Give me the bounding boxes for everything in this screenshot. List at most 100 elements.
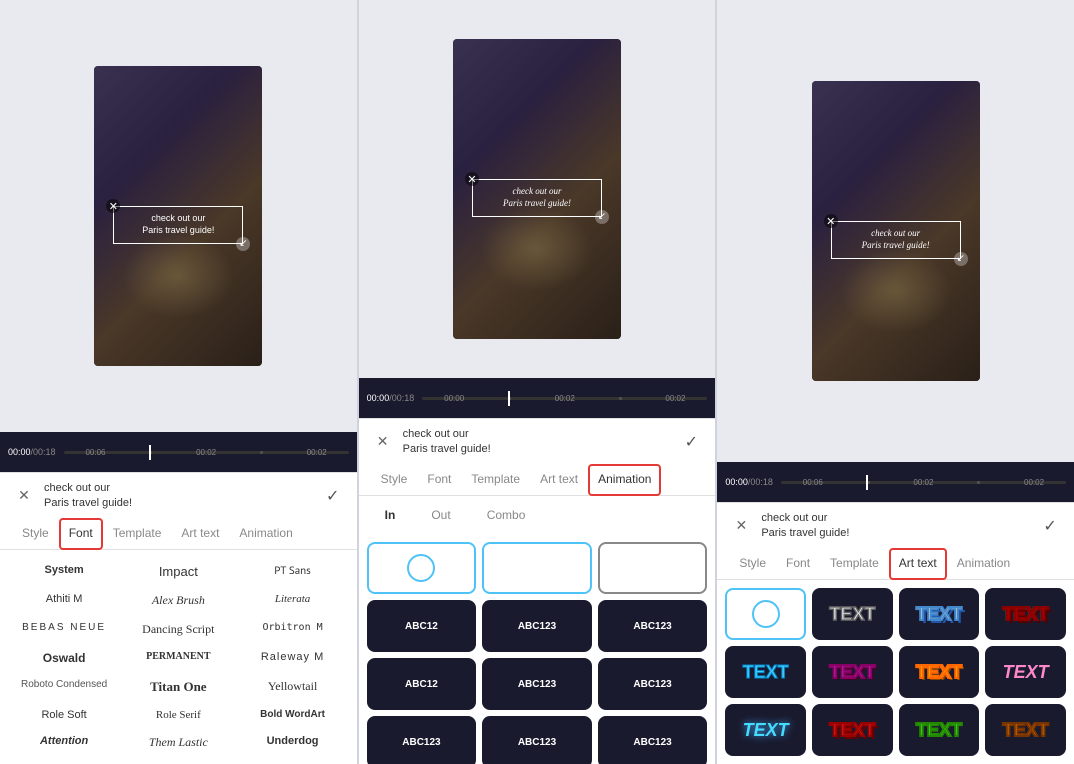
art-cell-1[interactable]: TEXT bbox=[812, 588, 893, 640]
anim-cell-5[interactable]: ABC123 bbox=[482, 658, 592, 710]
timeline-marker-1 bbox=[149, 445, 151, 460]
video-frame-3: ✕ check out our Paris travel guide! ↙ bbox=[812, 81, 980, 381]
animation-grid: YOUR TitLeHERE YOUR TITLE HERE ABC12 ABC… bbox=[359, 534, 716, 764]
anim-cell-3[interactable]: ABC123 bbox=[598, 600, 708, 652]
timeline-dots-2: 00:00 00:02 00:02 bbox=[422, 397, 707, 400]
anim-cell-7[interactable]: ABC123 bbox=[367, 716, 477, 764]
font-item-roleserif[interactable]: Role Serif bbox=[122, 703, 234, 727]
art-text-10: TEXT bbox=[916, 720, 962, 741]
confirm-button-3[interactable]: ✓ bbox=[1038, 514, 1062, 538]
font-item-yellowtail[interactable]: Yellowtail bbox=[236, 673, 348, 701]
overlay-line1-3: check out our bbox=[842, 228, 950, 240]
font-item-rolesoft[interactable]: Role Soft bbox=[8, 703, 120, 727]
tabs-row-2: Style Font Template Art text Animation bbox=[359, 464, 716, 496]
font-item-raleway[interactable]: Raleway M bbox=[236, 645, 348, 671]
timeline-track-2[interactable]: 00:00 00:02 00:02 bbox=[422, 397, 707, 400]
art-cell-10[interactable]: TEXT bbox=[899, 704, 980, 756]
overlay-line2-1: Paris travel guide! bbox=[124, 225, 232, 237]
art-cell-empty[interactable] bbox=[725, 588, 806, 640]
font-item-oswald[interactable]: Oswald bbox=[8, 645, 120, 671]
anim-cell-8[interactable]: ABC123 bbox=[482, 716, 592, 764]
overlay-close-2[interactable]: ✕ bbox=[465, 172, 479, 186]
confirm-button-1[interactable]: ✓ bbox=[321, 484, 345, 508]
tab-arttext-3[interactable]: Art text bbox=[889, 548, 947, 580]
tab-arttext-2[interactable]: Art text bbox=[530, 464, 588, 496]
art-cell-11[interactable]: TEXT bbox=[985, 704, 1066, 756]
arttext-panel: ✕ check out our Paris travel guide! ↙ 00… bbox=[717, 0, 1074, 764]
font-item-impact[interactable]: Impact bbox=[122, 558, 234, 585]
overlay-close-1[interactable]: ✕ bbox=[106, 199, 120, 213]
tab-style-1[interactable]: Style bbox=[12, 518, 59, 550]
tab-template-2[interactable]: Template bbox=[461, 464, 530, 496]
anim-cell-2[interactable]: ABC123 bbox=[482, 600, 592, 652]
anim-cell-yourtitle1[interactable]: YOUR TitLeHERE bbox=[482, 542, 592, 594]
subtab-combo[interactable]: Combo bbox=[473, 504, 540, 526]
timeline-track-3[interactable]: 00:06 00:02 00:02 bbox=[781, 481, 1066, 484]
font-item-ptsans[interactable]: PT Sans bbox=[236, 558, 348, 585]
confirm-button-2[interactable]: ✓ bbox=[679, 430, 703, 454]
tab-style-2[interactable]: Style bbox=[371, 464, 418, 496]
text-preview-3: check out our Paris travel guide! bbox=[761, 511, 1030, 540]
timeline-3: 00:00/00:18 00:06 00:02 00:02 bbox=[717, 462, 1074, 502]
tab-arttext-1[interactable]: Art text bbox=[171, 518, 229, 550]
subtab-in[interactable]: In bbox=[371, 504, 410, 526]
anim-preview-text1: YOUR TitLeHERE bbox=[515, 559, 559, 577]
font-item-literata[interactable]: Literata bbox=[236, 587, 348, 614]
art-text-9: TEXT bbox=[829, 720, 875, 741]
art-cell-7[interactable]: TEXT bbox=[985, 646, 1066, 698]
anim-cell-9[interactable]: ABC123 bbox=[598, 716, 708, 764]
bottom-panel-3: ✕ check out our Paris travel guide! ✓ St… bbox=[717, 502, 1074, 764]
tab-template-3[interactable]: Template bbox=[820, 548, 889, 580]
tab-font-2[interactable]: Font bbox=[417, 464, 461, 496]
tab-animation-1[interactable]: Animation bbox=[229, 518, 302, 550]
font-item-dancing[interactable]: Dancing Script bbox=[122, 616, 234, 643]
art-cell-5[interactable]: TEXT bbox=[812, 646, 893, 698]
text-overlay-2[interactable]: ✕ check out our Paris travel guide! ↙ bbox=[472, 179, 602, 216]
font-item-themlastic[interactable]: Them Lastic bbox=[122, 729, 234, 756]
font-item-underdog[interactable]: Underdog bbox=[236, 729, 348, 756]
preview-line2: Paris travel guide! bbox=[44, 496, 313, 510]
anim-cell-yourtitle2[interactable]: YOUR TITLE HERE bbox=[598, 542, 708, 594]
font-item-orbitron[interactable]: Orbitron M bbox=[236, 616, 348, 643]
art-cell-2[interactable]: TEXT bbox=[899, 588, 980, 640]
close-button-1[interactable]: ✕ bbox=[12, 484, 36, 508]
font-item-roboto[interactable]: Roboto Condensed bbox=[8, 673, 120, 701]
anim-cell-4[interactable]: ABC12 bbox=[367, 658, 477, 710]
tab-animation-3[interactable]: Animation bbox=[947, 548, 1020, 580]
tab-animation-2[interactable]: Animation bbox=[588, 464, 661, 496]
font-item-alex[interactable]: Alex Brush bbox=[122, 587, 234, 614]
text-edit-header-2: ✕ check out our Paris travel guide! ✓ bbox=[359, 419, 716, 464]
art-cell-3[interactable]: TEXT bbox=[985, 588, 1066, 640]
text-overlay-1[interactable]: ✕ check out our Paris travel guide! ↙ bbox=[113, 206, 243, 243]
video-frame-1: ✕ check out our Paris travel guide! ↙ bbox=[94, 66, 262, 366]
anim-cell-empty[interactable] bbox=[367, 542, 477, 594]
art-cell-9[interactable]: TEXT bbox=[812, 704, 893, 756]
overlay-line1-1: check out our bbox=[124, 213, 232, 225]
anim-cell-1[interactable]: ABC12 bbox=[367, 600, 477, 652]
art-cell-8[interactable]: TEXT bbox=[725, 704, 806, 756]
font-item-permanent[interactable]: PERMANENT bbox=[122, 645, 234, 671]
font-item-bebas[interactable]: BEBAS NEUE bbox=[8, 616, 120, 643]
overlay-close-3[interactable]: ✕ bbox=[824, 214, 838, 228]
font-item-system[interactable]: System bbox=[8, 558, 120, 585]
art-cell-4[interactable]: TEXT bbox=[725, 646, 806, 698]
anim-cell-6[interactable]: ABC123 bbox=[598, 658, 708, 710]
font-item-athiti[interactable]: Athiti M bbox=[8, 587, 120, 614]
close-button-2[interactable]: ✕ bbox=[371, 430, 395, 454]
timeline-track-1[interactable]: 00:06 00:02 00:02 bbox=[64, 451, 349, 454]
tab-template-1[interactable]: Template bbox=[103, 518, 172, 550]
no-art-icon bbox=[752, 600, 780, 628]
close-button-3[interactable]: ✕ bbox=[729, 514, 753, 538]
font-item-attention[interactable]: Attention bbox=[8, 729, 120, 756]
subtab-out[interactable]: Out bbox=[417, 504, 464, 526]
time-display-2: 00:00/00:18 bbox=[367, 393, 415, 403]
font-item-titan[interactable]: Titan One bbox=[122, 673, 234, 701]
font-item-boldword[interactable]: Bold WordArt bbox=[236, 703, 348, 727]
tab-font-3[interactable]: Font bbox=[776, 548, 820, 580]
preview-line1-3: check out our bbox=[761, 511, 1030, 525]
art-text-3: TEXT bbox=[1003, 604, 1049, 625]
tab-style-3[interactable]: Style bbox=[729, 548, 776, 580]
text-overlay-3[interactable]: ✕ check out our Paris travel guide! ↙ bbox=[831, 221, 961, 258]
tab-font-1[interactable]: Font bbox=[59, 518, 103, 550]
art-cell-6[interactable]: TEXT bbox=[899, 646, 980, 698]
